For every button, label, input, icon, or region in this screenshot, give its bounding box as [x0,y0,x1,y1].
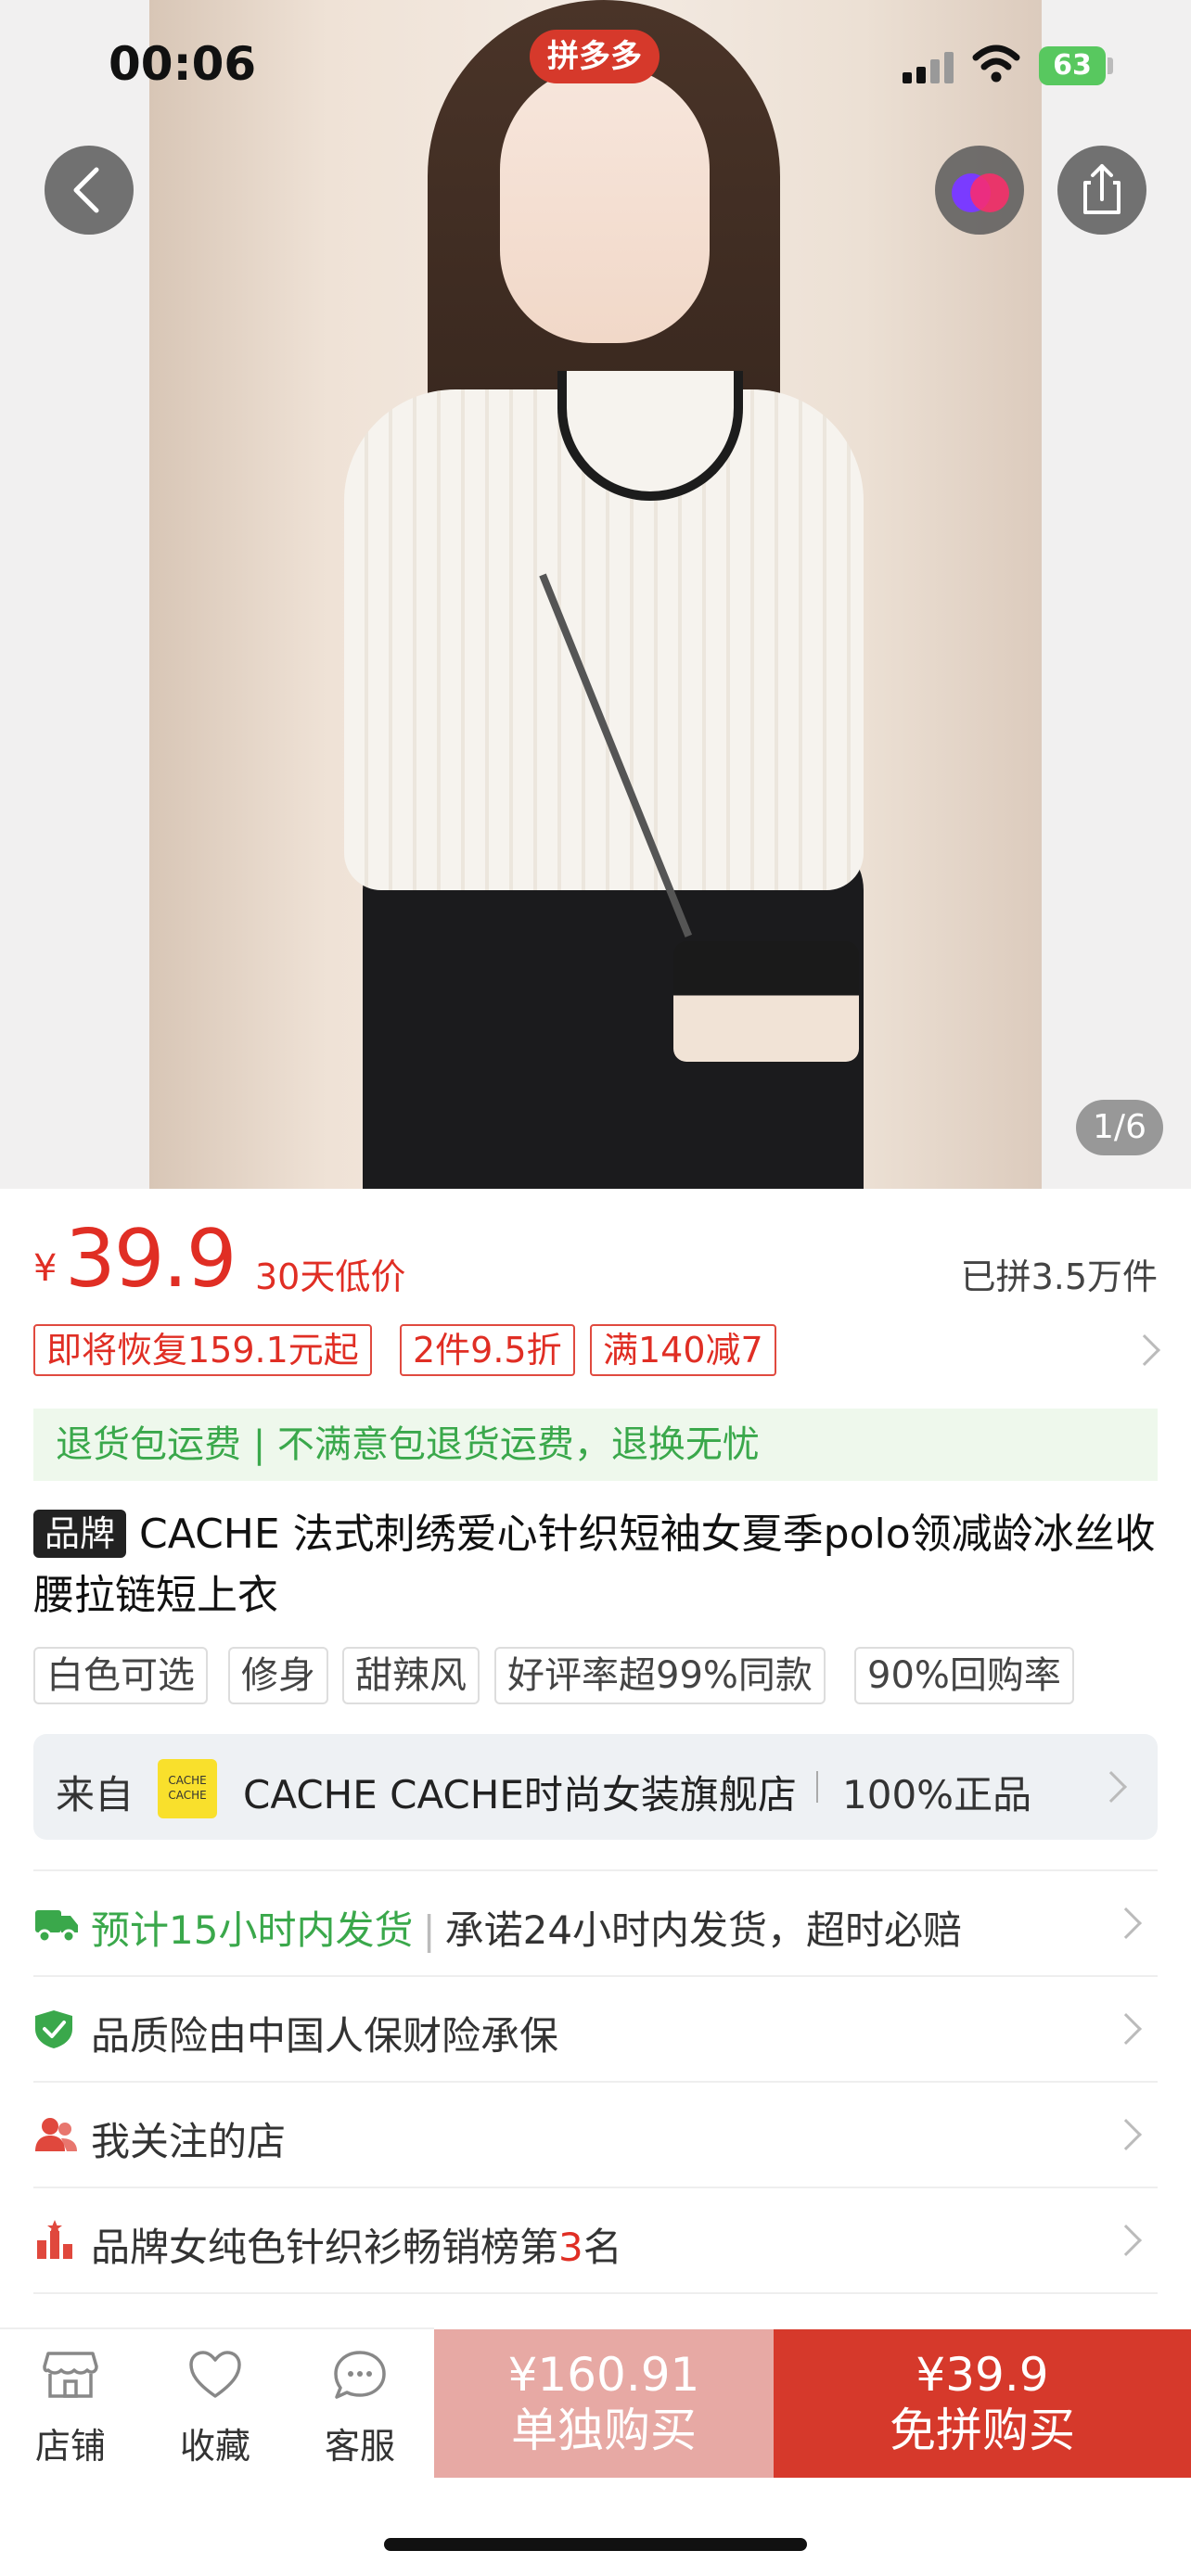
ranking-icon [37,2220,72,2259]
shield-check-icon [35,2010,72,2048]
insurance-text: 品质险由中国人保财险承保 [91,2013,559,2059]
shop-logo: CACHE CACHE [158,1759,217,1818]
back-button[interactable] [45,146,134,235]
ranking-row[interactable]: 品牌女纯色针织衫畅销榜第3名 [33,2187,1158,2292]
ranking-text: 品牌女纯色针织衫畅销榜第 [91,2225,559,2270]
followed-shop-row[interactable]: 我关注的店 [33,2081,1158,2187]
shop-from-label: 来自 [56,1772,134,1817]
low-price-tag: 30天低价 [255,1256,406,1297]
wifi-icon [972,45,1020,83]
shipping-estimate: 预计15小时内发货 [91,1907,414,1953]
store-label: 店铺 [34,2426,106,2467]
chevron-right-icon [1110,2013,1142,2045]
chevron-left-icon [73,167,99,213]
promo-tag[interactable]: 满140减7 [590,1324,776,1376]
sold-count: 已拼3.5万件 [960,1256,1158,1297]
divider [33,2292,1158,2294]
attribute-tag: 修身 [228,1647,328,1704]
attribute-tag: 好评率超99%同款 [494,1647,826,1704]
price-currency: ¥ [33,1247,58,1290]
chevron-right-icon [1095,1771,1127,1803]
buy-single-button[interactable]: ¥160.91 单独购买 [434,2329,774,2478]
shop-name: CACHE CACHE时尚女装旗舰店 [243,1772,797,1817]
status-time: 00:06 [109,37,257,91]
assistant-button[interactable] [935,146,1024,235]
share-icon [1083,164,1121,214]
share-button[interactable] [1057,146,1146,235]
ranking-number: 3 [558,2225,583,2270]
favorite-button[interactable]: 收藏 [160,2350,271,2468]
ranking-suffix: 名 [583,2225,622,2270]
chevron-right-icon [1110,1907,1142,1939]
price-value: 39.9 [65,1213,237,1306]
chevron-right-icon [1110,2225,1142,2256]
group-price: ¥39.9 [916,2348,1049,2402]
promo-tag[interactable]: 即将恢复159.1元起 [33,1324,372,1376]
shop-entry[interactable]: 来自 CACHE CACHE CACHE CACHE时尚女装旗舰店 100%正品 [33,1734,1158,1840]
product-photo[interactable] [149,0,1042,1189]
divider [0,2327,434,2329]
single-price: ¥160.91 [507,2348,700,2402]
chevron-right-icon [1110,2119,1142,2150]
customer-service-button[interactable]: 客服 [304,2350,416,2468]
favorite-label: 收藏 [179,2426,250,2467]
attribute-tag: 白色可选 [33,1647,208,1704]
app-badge: 拼多多 [530,30,660,83]
product-title: 品牌 CACHE 法式刺绣爱心针织短袖女夏季polo领减龄冰丝收腰拉链短上衣 [33,1504,1165,1626]
store-icon [43,2352,98,2398]
return-shipping-banner[interactable]: 退货包运费 | 不满意包退货运费，退换无忧 [33,1409,1158,1481]
shipping-promise: 承诺24小时内发货，超时必赔 [444,1907,963,1953]
battery-indicator: 63 [1039,46,1106,85]
people-icon [35,2118,77,2151]
shipping-row[interactable]: 预计15小时内发货 | 承诺24小时内发货，超时必赔 [33,1869,1158,1975]
attribute-tag: 甜辣风 [342,1647,480,1704]
insurance-row[interactable]: 品质险由中国人保财险承保 [33,1975,1158,2081]
customer-service-label: 客服 [324,2426,395,2467]
attribute-tag: 90%回购率 [854,1647,1074,1704]
home-indicator[interactable] [384,2538,807,2551]
truck-icon [35,1910,78,1944]
divider [816,1771,818,1803]
followed-shop-text: 我关注的店 [91,2119,287,2164]
product-title-text: CACHE 法式刺绣爱心针织短袖女夏季polo领减龄冰丝收腰拉链短上衣 [33,1511,1156,1619]
battery-tip [1108,57,1113,74]
chevron-right-icon[interactable] [1129,1334,1160,1366]
signal-icon [903,52,954,83]
promo-tag[interactable]: 2件9.5折 [400,1324,575,1376]
brand-tag: 品牌 [33,1510,127,1558]
genuine-badge: 100%正品 [842,1772,1032,1817]
buy-without-group-button[interactable]: ¥39.9 免拼购买 [774,2329,1191,2478]
heart-icon [189,2351,241,2398]
single-label: 单独购买 [511,2404,697,2457]
store-button[interactable]: 店铺 [15,2350,126,2468]
chat-icon [334,2351,386,2399]
group-label: 免拼购买 [890,2404,1075,2457]
image-counter: 1/6 [1076,1100,1163,1155]
